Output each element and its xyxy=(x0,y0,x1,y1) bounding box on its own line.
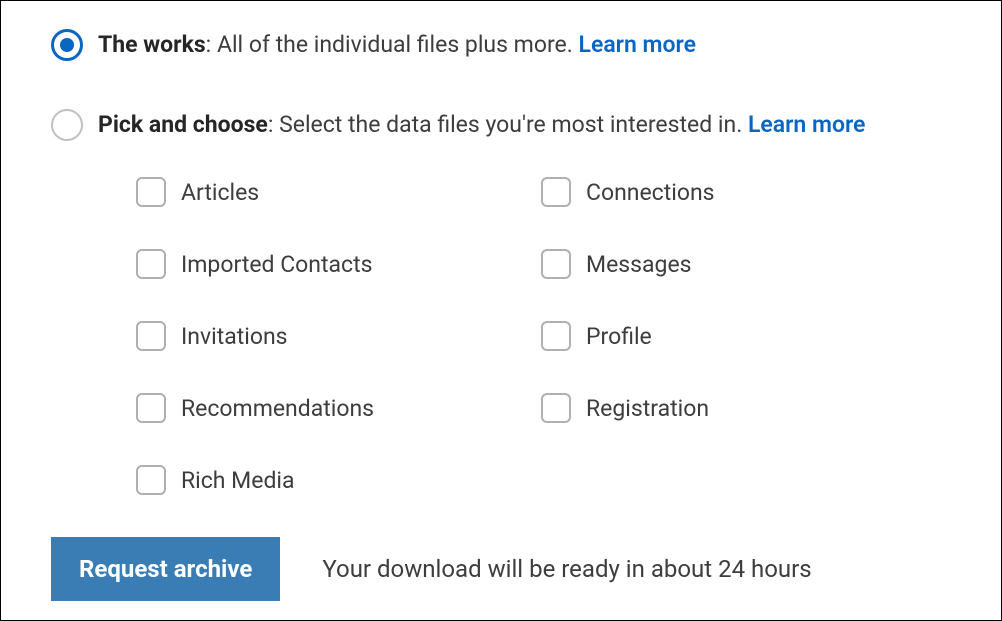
checkbox-imported-contacts[interactable] xyxy=(136,249,166,279)
option-title: Pick and choose xyxy=(98,111,268,138)
checkbox-label: Messages xyxy=(586,251,692,278)
checkbox-recommendations[interactable] xyxy=(136,393,166,423)
checkbox-item-messages[interactable]: Messages xyxy=(541,249,951,279)
option-desc: : All of the individual files plus more. xyxy=(206,31,579,58)
checkbox-profile[interactable] xyxy=(541,321,571,351)
checkbox-label: Articles xyxy=(181,179,259,206)
checkbox-registration[interactable] xyxy=(541,393,571,423)
learn-more-link[interactable]: Learn more xyxy=(748,111,865,138)
checkbox-item-registration[interactable]: Registration xyxy=(541,393,951,423)
checkbox-label: Imported Contacts xyxy=(181,251,372,278)
bottom-row: Request archive Your download will be re… xyxy=(51,537,951,601)
learn-more-link[interactable]: Learn more xyxy=(579,31,696,58)
option-the-works[interactable]: The works: All of the individual files p… xyxy=(51,29,951,61)
request-archive-button[interactable]: Request archive xyxy=(51,537,280,601)
checkbox-label: Invitations xyxy=(181,323,288,350)
checkbox-item-articles[interactable]: Articles xyxy=(136,177,541,207)
checkbox-item-rich-media[interactable]: Rich Media xyxy=(136,465,541,495)
option-desc: : Select the data files you're most inte… xyxy=(268,111,748,138)
checkbox-rich-media[interactable] xyxy=(136,465,166,495)
radio-label-the-works: The works: All of the individual files p… xyxy=(98,29,696,61)
checkbox-connections[interactable] xyxy=(541,177,571,207)
checkbox-articles[interactable] xyxy=(136,177,166,207)
export-data-panel: The works: All of the individual files p… xyxy=(0,0,1002,621)
radio-pick-and-choose[interactable] xyxy=(51,109,83,141)
checkbox-label: Profile xyxy=(586,323,652,350)
checkbox-label: Registration xyxy=(586,395,709,422)
radio-the-works[interactable] xyxy=(51,29,83,61)
radio-label-pick: Pick and choose: Select the data files y… xyxy=(98,109,865,141)
checkbox-item-connections[interactable]: Connections xyxy=(541,177,951,207)
checkbox-item-recommendations[interactable]: Recommendations xyxy=(136,393,541,423)
checkbox-item-imported-contacts[interactable]: Imported Contacts xyxy=(136,249,541,279)
checkbox-label: Connections xyxy=(586,179,715,206)
checkbox-item-invitations[interactable]: Invitations xyxy=(136,321,541,351)
option-pick-and-choose[interactable]: Pick and choose: Select the data files y… xyxy=(51,109,951,141)
checkbox-label: Rich Media xyxy=(181,467,295,494)
option-title: The works xyxy=(98,31,206,58)
checkbox-label: Recommendations xyxy=(181,395,374,422)
checkbox-item-profile[interactable]: Profile xyxy=(541,321,951,351)
download-hint-text: Your download will be ready in about 24 … xyxy=(322,555,811,583)
checkbox-invitations[interactable] xyxy=(136,321,166,351)
checkbox-messages[interactable] xyxy=(541,249,571,279)
checkbox-grid: Articles Connections Imported Contacts M… xyxy=(51,177,951,495)
